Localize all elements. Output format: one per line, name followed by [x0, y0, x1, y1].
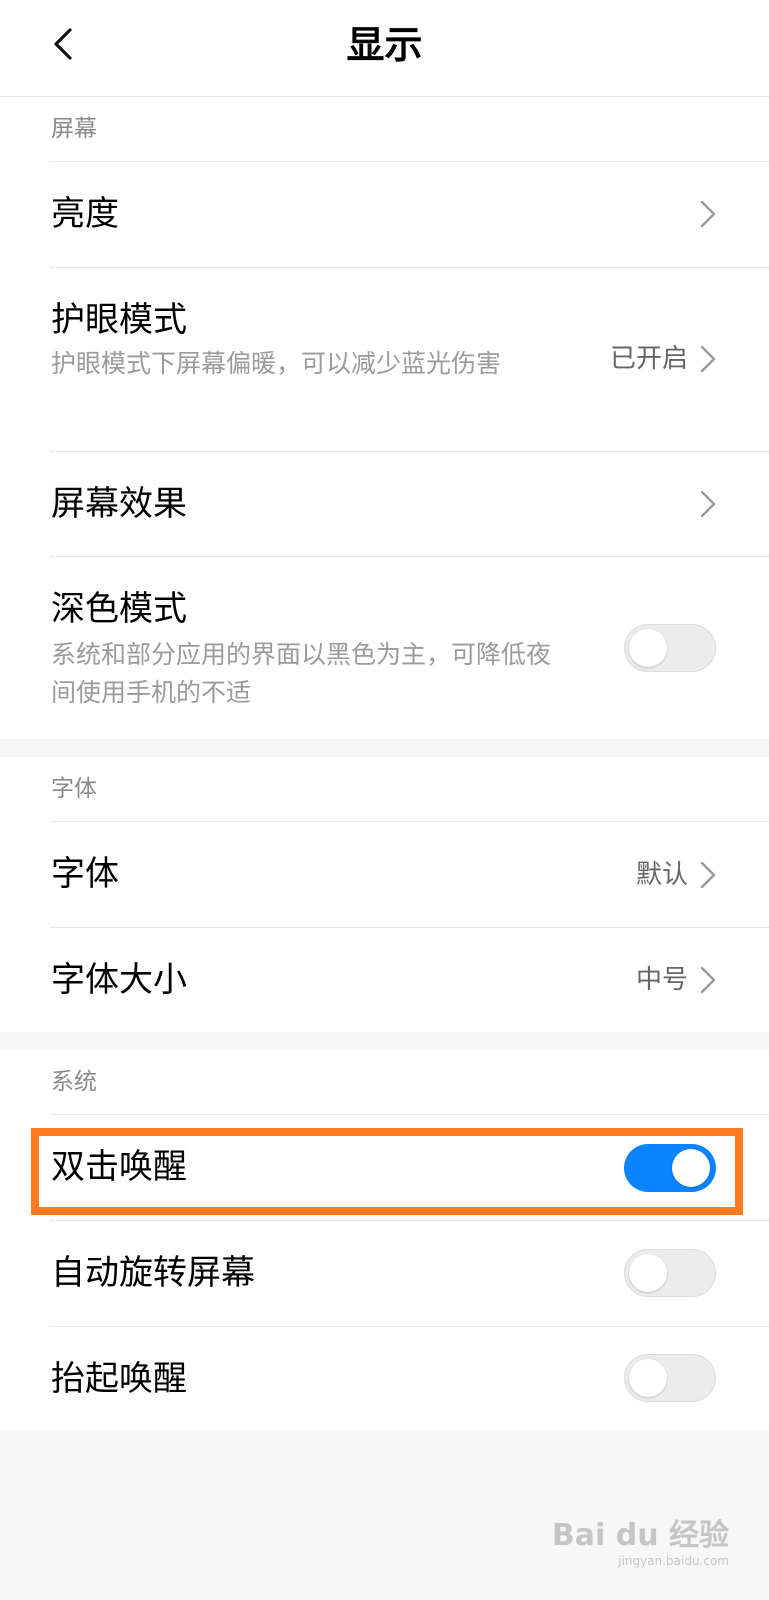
- highlight-frame: [31, 1128, 743, 1215]
- watermark-text: Bai du 经验: [551, 1518, 729, 1553]
- section-font: 字体 字体 默认 字体大小 中号: [0, 757, 769, 1032]
- auto-rotate-row: 自动旋转屏幕: [0, 1221, 769, 1326]
- toggle-knob: [629, 1359, 667, 1397]
- font-size-row[interactable]: 字体大小 中号: [0, 928, 769, 1032]
- auto-rotate-title: 自动旋转屏幕: [51, 1253, 255, 1293]
- app-header: 显示: [0, 0, 769, 97]
- page-title: 显示: [346, 23, 423, 67]
- section-label-screen: 屏幕: [51, 116, 97, 142]
- screen-effect-row[interactable]: 屏幕效果: [0, 452, 769, 556]
- brightness-row[interactable]: 亮度: [0, 162, 769, 267]
- raise-to-wake-row: 抬起唤醒: [0, 1327, 769, 1430]
- chevron-right-icon: [700, 345, 716, 373]
- eye-care-desc: 护眼模式下屏幕偏暖，可以减少蓝光伤害: [51, 349, 502, 378]
- section-label-font: 字体: [51, 776, 97, 802]
- section-screen: 屏幕 亮度 护眼模式 护眼模式下屏幕偏暖，可以减少蓝光伤害 已开启 屏幕效果 深…: [0, 97, 769, 739]
- baidu-jingyan-watermark: Bai du 经验 jingyan.baidu.com: [552, 1512, 729, 1572]
- eye-care-status: 已开启: [609, 344, 688, 374]
- chevron-right-icon: [700, 966, 716, 994]
- font-value: 默认: [635, 860, 688, 890]
- eye-care-row[interactable]: 护眼模式 护眼模式下屏幕偏暖，可以减少蓝光伤害 已开启: [0, 268, 769, 451]
- font-title: 字体: [51, 854, 119, 894]
- chevron-right-icon: [700, 200, 716, 228]
- screen-effect-title: 屏幕效果: [51, 484, 187, 524]
- auto-rotate-toggle[interactable]: [624, 1249, 716, 1297]
- font-size-value: 中号: [635, 965, 688, 995]
- toggle-knob: [629, 1254, 667, 1292]
- font-row[interactable]: 字体 默认: [0, 822, 769, 927]
- dark-mode-title: 深色模式: [51, 589, 187, 629]
- dark-mode-row: 深色模式 系统和部分应用的界面以黑色为主，可降低夜间使用手机的不适: [0, 557, 769, 739]
- eye-care-title: 护眼模式: [51, 300, 187, 340]
- brightness-title: 亮度: [51, 194, 119, 234]
- raise-to-wake-title: 抬起唤醒: [51, 1359, 187, 1399]
- watermark-url: jingyan.baidu.com: [618, 1554, 729, 1568]
- raise-to-wake-toggle[interactable]: [624, 1354, 716, 1402]
- chevron-right-icon: [700, 861, 716, 889]
- font-size-title: 字体大小: [51, 960, 187, 1000]
- section-system: 系统 双击唤醒 自动旋转屏幕 抬起唤醒: [0, 1050, 769, 1430]
- chevron-right-icon: [700, 490, 716, 518]
- section-label-system: 系统: [51, 1069, 97, 1095]
- dark-mode-toggle[interactable]: [624, 624, 716, 672]
- toggle-knob: [629, 629, 667, 667]
- dark-mode-desc: 系统和部分应用的界面以黑色为主，可降低夜间使用手机的不适: [51, 640, 552, 707]
